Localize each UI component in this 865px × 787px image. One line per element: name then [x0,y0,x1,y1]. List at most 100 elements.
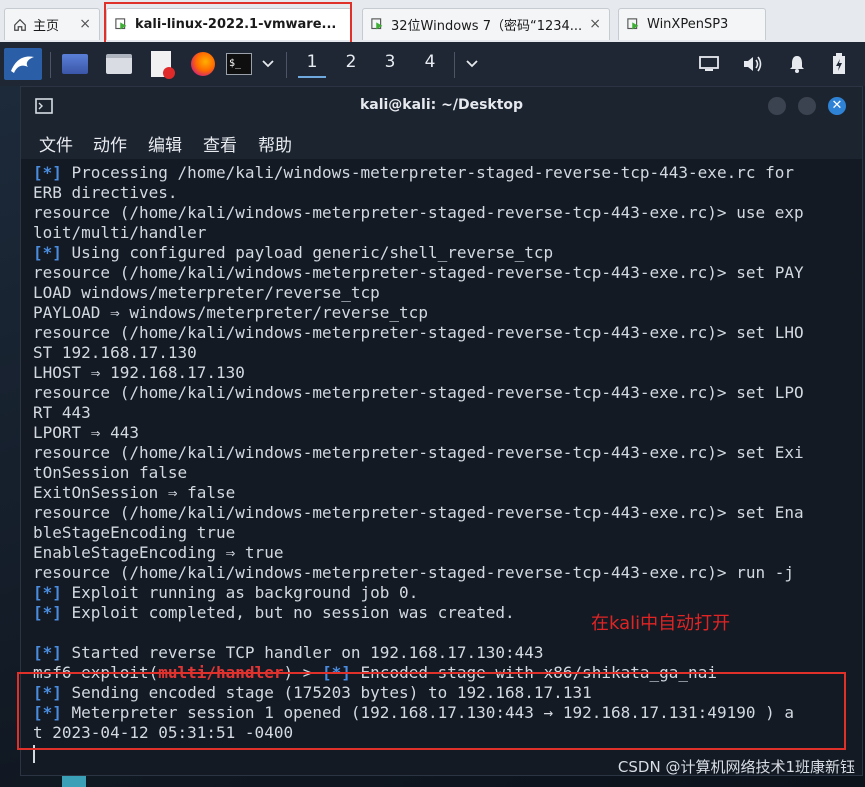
terminal-line: bleStageEncoding true [33,523,853,543]
desktop-item[interactable] [62,776,86,787]
terminal-menubar: 文件 动作 编辑 查看 帮助 [21,125,862,159]
line-text: bleStageEncoding true [33,523,236,542]
launcher-dropdown[interactable] [258,48,278,80]
battery-button[interactable] [826,48,852,80]
display-button[interactable] [696,48,722,80]
close-icon[interactable]: × [589,16,601,32]
terminal-line: resource (/home/kali/windows-meterpreter… [33,443,853,463]
firefox-button[interactable] [188,48,218,80]
tab-label: 主页 [33,19,60,34]
close-icon: ✕ [831,98,843,113]
workspace-2[interactable]: 2 [337,52,365,76]
terminal-line: [*] Processing /home/kali/windows-meterp… [33,163,853,183]
minimize-button[interactable] [767,96,787,116]
workspace-4[interactable]: 4 [416,52,444,76]
terminal-line: t 2023-04-12 05:31:51 -0400 [33,723,853,743]
folder-icon [106,54,132,74]
terminal-line: ERB directives. [33,183,853,203]
tab-winxp[interactable]: WinXPenSP3 [618,8,766,40]
panel-separator [50,52,51,78]
line-text: LOAD windows/meterpreter/reverse_tcp [33,283,380,302]
line-text: tOnSession false [33,463,188,482]
vm-icon [371,17,383,29]
speaker-icon [744,56,762,72]
terminal-line: LPORT ⇒ 443 [33,423,853,443]
line-text: resource (/home/kali/windows-meterpreter… [33,383,804,402]
menu-edit[interactable]: 编辑 [148,131,182,156]
terminal-line: [*] Meterpreter session 1 opened (192.16… [33,703,853,723]
show-desktop-button[interactable] [60,48,90,80]
menu-view[interactable]: 查看 [203,131,237,156]
text-editor-icon [151,51,175,79]
kali-top-panel: $_ 1 2 3 4 [0,42,865,86]
status-marker: [*] [322,663,351,682]
chevron-down-icon [466,60,478,68]
line-text: ERB directives. [33,183,178,202]
terminal-line: [*] Started reverse TCP handler on 192.1… [33,643,853,663]
notifications-button[interactable] [784,48,810,80]
volume-button[interactable] [740,48,766,80]
line-text: ) > [283,663,322,682]
line-text: EnableStageEncoding ⇒ true [33,543,284,562]
window-list-dropdown[interactable] [462,48,482,80]
menu-file[interactable]: 文件 [39,131,73,156]
desktop-icon [62,54,88,74]
line-text: RT 443 [33,403,91,422]
home-icon [14,18,26,31]
status-marker: [*] [33,643,62,662]
text-editor-button[interactable] [146,48,176,80]
kali-menu-button[interactable] [4,48,42,80]
tab-label: WinXPenSP3 [647,17,729,32]
line-text: loit/multi/handler [33,223,207,242]
terminal-line: LOAD windows/meterpreter/reverse_tcp [33,283,853,303]
line-text: resource (/home/kali/windows-meterpreter… [33,263,804,282]
kali-dragon-icon [11,56,34,73]
terminal-line: [*] Sending encoded stage (175203 bytes)… [33,683,853,703]
terminal-line: resource (/home/kali/windows-meterpreter… [33,503,853,523]
status-marker: [*] [33,243,62,262]
annotation-label: 在kali中自动打开 [591,613,731,634]
text-cursor [33,744,35,763]
vm-icon [627,17,639,29]
file-manager-button[interactable] [104,48,134,80]
line-text: Meterpreter session 1 opened (192.168.17… [61,703,794,722]
terminal-line: RT 443 [33,403,853,423]
line-text: resource (/home/kali/windows-meterpreter… [33,443,804,462]
terminal-launcher-button[interactable]: $_ [224,48,254,80]
line-text: ST 192.168.17.130 [33,343,197,362]
workspace-3[interactable]: 3 [376,52,404,76]
menu-actions[interactable]: 动作 [93,131,127,156]
csdn-watermark: CSDN @计算机网络技术1班康新钰 [617,758,855,776]
browser-tab-strip: 主页 × kali-linux-2022.1-vmware... 32位Wind… [0,0,865,43]
workspace-1[interactable]: 1 [298,52,326,78]
terminal-line: ExitOnSession ⇒ false [33,483,853,503]
terminal-line: resource (/home/kali/windows-meterpreter… [33,263,853,283]
tab-label: kali-linux-2022.1-vmware... [135,17,337,32]
terminal-titlebar[interactable]: kali@kali: ~/Desktop ✕ [21,87,862,125]
terminal-line: LHOST ⇒ 192.168.17.130 [33,363,853,383]
terminal-line: [*] Using configured payload generic/she… [33,243,853,263]
tab-kali-linux[interactable]: kali-linux-2022.1-vmware... [106,8,352,40]
maximize-button[interactable] [797,96,817,116]
line-text: PAYLOAD ⇒ windows/meterpreter/reverse_tc… [33,303,428,322]
line-text: Using configured payload generic/shell_r… [61,243,554,262]
tab-home[interactable]: 主页 × [4,8,100,40]
bell-icon [790,56,804,73]
status-marker: [*] [33,583,62,602]
status-marker: [*] [33,683,62,702]
terminal-output[interactable]: [*] Processing /home/kali/windows-meterp… [33,163,853,773]
line-text: t 2023-04-12 05:31:51 -0400 [33,723,294,742]
terminal-line: PAYLOAD ⇒ windows/meterpreter/reverse_tc… [33,303,853,323]
line-text: ExitOnSession ⇒ false [33,483,236,502]
tab-windows7[interactable]: 32位Windows 7（密码“1234... × [362,8,610,40]
status-marker: [*] [33,703,62,722]
close-icon[interactable]: × [79,16,91,32]
line-text: Started reverse TCP handler on 192.168.1… [61,643,544,662]
line-text: LHOST ⇒ 192.168.17.130 [33,363,245,382]
tab-label: 32位Windows 7（密码“1234... [391,19,583,34]
firefox-icon [191,52,215,76]
terminal-line: ST 192.168.17.130 [33,343,853,363]
menu-help[interactable]: 帮助 [258,131,292,156]
panel-separator [286,52,287,78]
close-button[interactable]: ✕ [827,96,847,116]
